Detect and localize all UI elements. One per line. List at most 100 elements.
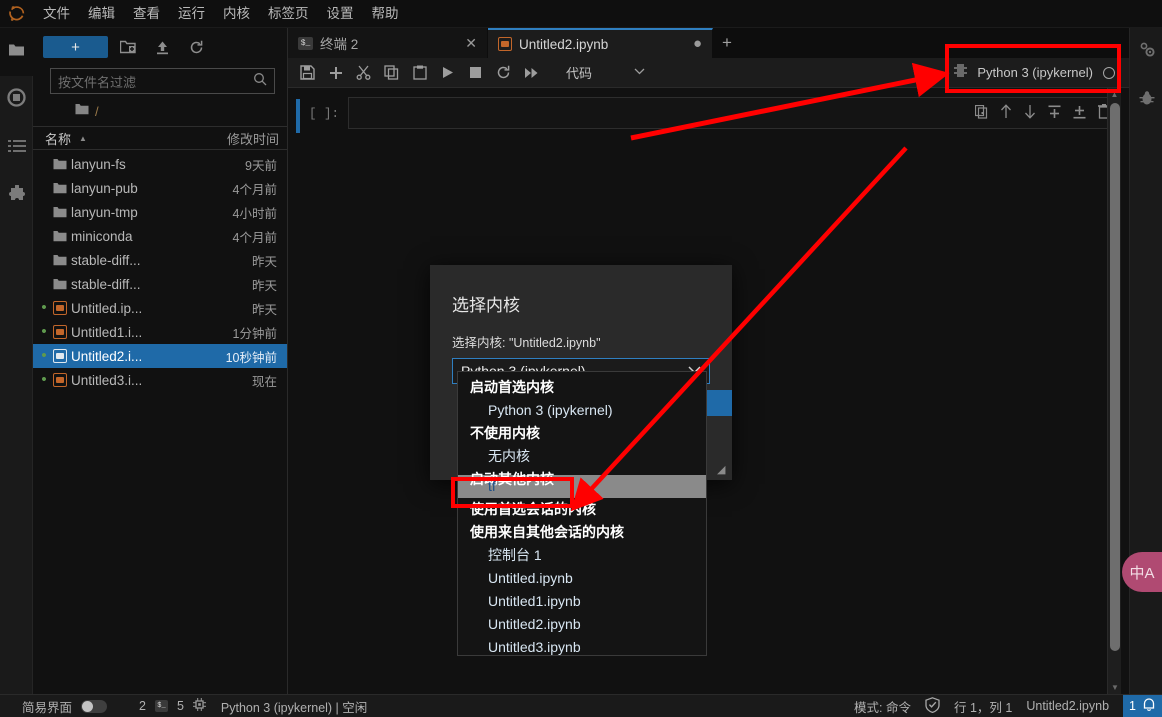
column-header-modified[interactable]: 修改时间 — [227, 129, 279, 148]
folder-icon — [49, 158, 71, 170]
file-filter-input[interactable]: 按文件名过滤 — [50, 68, 275, 94]
interrupt-icon[interactable] — [462, 60, 489, 86]
tab-terminal-2[interactable]: $_ 终端 2 ✕ — [288, 28, 488, 58]
dropdown-option-python3[interactable]: Python 3 (ipykernel) — [458, 399, 706, 422]
insert-cell-icon[interactable] — [322, 60, 349, 86]
scroll-down-icon[interactable]: ▼ — [1108, 681, 1122, 694]
close-icon[interactable]: ✕ — [465, 35, 477, 52]
simple-interface-toggle[interactable] — [81, 699, 108, 713]
duplicate-cell-icon[interactable] — [974, 104, 988, 124]
dropdown-group-label: 不使用内核 — [470, 425, 540, 441]
terminal-count[interactable]: 5 — [177, 699, 184, 713]
list-item[interactable]: stable-diff... 昨天 — [33, 272, 287, 296]
dropdown-option-untitled[interactable]: Untitled.ipynb — [458, 567, 706, 590]
dropdown-option-tf[interactable]: tf — [458, 475, 706, 498]
cell-input-editor[interactable] — [348, 97, 1117, 129]
new-launcher-button[interactable]: + — [43, 36, 108, 58]
refresh-icon[interactable] — [182, 35, 210, 59]
new-tab-button[interactable]: + — [713, 28, 741, 58]
kernel-count[interactable]: 2 — [139, 699, 146, 713]
run-icon[interactable] — [434, 60, 461, 86]
restart-kernel-icon[interactable] — [490, 60, 517, 86]
notification-center-button[interactable]: 1 — [1123, 694, 1162, 717]
puzzle-icon — [8, 183, 26, 208]
dropdown-option-untitled1[interactable]: Untitled1.ipynb — [458, 590, 706, 613]
cursor-position[interactable]: 行 1，列 1 — [954, 697, 1012, 716]
list-item[interactable]: • Untitled3.i... 现在 — [33, 368, 287, 392]
sidebar-item-extensions[interactable] — [0, 172, 33, 220]
menu-item-kernel[interactable]: 内核 — [214, 3, 259, 25]
dialog-resize-handle[interactable]: ◢ — [717, 465, 728, 476]
move-cell-up-icon[interactable] — [1000, 104, 1012, 124]
sidebar-item-debugger[interactable] — [1130, 76, 1162, 124]
list-item[interactable]: miniconda 4个月前 — [33, 224, 287, 248]
notebook-cell[interactable]: [ ]: — [288, 88, 1129, 133]
insert-cell-above-icon[interactable] — [1048, 105, 1061, 124]
dropdown-option-no-kernel[interactable]: 无内核 — [458, 445, 706, 468]
kernel-name-indicator[interactable]: Python 3 (ipykernel) — [977, 65, 1093, 80]
restart-and-run-all-icon[interactable] — [518, 60, 545, 86]
status-bar-left: 简易界面 2 $_ 5 Python 3 (ipykernel) | 空闲 — [0, 697, 367, 716]
cut-icon[interactable] — [350, 60, 377, 86]
kernel-status-icon[interactable] — [1103, 66, 1115, 79]
paste-icon[interactable] — [406, 60, 433, 86]
scrollbar-thumb[interactable] — [1110, 103, 1120, 651]
menu-item-settings[interactable]: 设置 — [318, 3, 363, 25]
list-item[interactable]: stable-diff... 昨天 — [33, 248, 287, 272]
current-filename: Untitled2.ipynb — [1026, 699, 1110, 713]
list-item[interactable]: lanyun-tmp 4小时前 — [33, 200, 287, 224]
list-item[interactable]: lanyun-pub 4个月前 — [33, 176, 287, 200]
notebook-icon — [49, 349, 71, 363]
insert-cell-below-icon[interactable] — [1073, 105, 1086, 124]
list-item[interactable]: • Untitled1.i... 1分钟前 — [33, 320, 287, 344]
scroll-up-icon[interactable]: ▲ — [1108, 88, 1121, 101]
menu-item-run[interactable]: 运行 — [169, 3, 214, 25]
dropdown-option-untitled2[interactable]: Untitled2.ipynb — [458, 613, 706, 636]
save-icon[interactable] — [294, 60, 321, 86]
cell-type-value: 代码 — [566, 66, 593, 81]
notebook-mode-label[interactable]: 模式: 命令 — [854, 697, 911, 716]
sort-ascending-icon: ▲ — [79, 133, 87, 143]
sidebar-item-toc[interactable] — [0, 124, 33, 172]
new-folder-icon[interactable] — [114, 35, 142, 59]
terminal-icon: $_ — [154, 700, 168, 712]
breadcrumb[interactable]: / — [33, 98, 287, 124]
menu-item-edit[interactable]: 编辑 — [79, 3, 124, 25]
sidebar-item-file-browser[interactable] — [0, 28, 33, 76]
jupyter-logo-icon — [0, 0, 34, 28]
translate-widget-button[interactable]: 中A — [1122, 552, 1162, 592]
breadcrumb-root[interactable]: / — [95, 104, 99, 119]
menu-item-view[interactable]: 查看 — [124, 3, 169, 25]
folder-icon — [49, 254, 71, 266]
tab-untitled2-notebook[interactable]: Untitled2.ipynb ● — [488, 28, 713, 58]
list-item[interactable]: • Untitled.ip... 昨天 — [33, 296, 287, 320]
bell-icon — [1142, 697, 1156, 715]
notebook-scrollbar[interactable]: ▲ ▼ — [1107, 88, 1121, 694]
notebook-icon — [498, 37, 512, 51]
kernel-dropdown-list: 启动首选内核 Python 3 (ipykernel) 不使用内核 无内核 启动… — [457, 371, 707, 656]
menu-item-help[interactable]: 帮助 — [363, 3, 408, 25]
sidebar-item-property-inspector[interactable] — [1130, 28, 1162, 76]
menu-item-tabs[interactable]: 标签页 — [259, 3, 318, 25]
menu-item-file[interactable]: 文件 — [34, 3, 79, 25]
file-filter-placeholder: 按文件名过滤 — [58, 74, 137, 90]
dropdown-option-untitled3[interactable]: Untitled3.ipynb — [458, 636, 706, 655]
list-item-selected[interactable]: • Untitled2.i... 10秒钟前 — [33, 344, 287, 368]
right-activity-bar — [1129, 28, 1162, 694]
simple-interface-label: 简易界面 — [22, 700, 73, 715]
file-browser-toolbar: + — [33, 28, 287, 66]
column-header-name[interactable]: 名称 ▲ — [45, 129, 227, 148]
notebook-icon — [49, 373, 71, 387]
file-browser-panel: + 按文件名过滤 / 名称 ▲ 修改时间 lanyun-fs 9天前 lanyu… — [33, 28, 288, 694]
move-cell-down-icon[interactable] — [1024, 104, 1036, 124]
kernel-status-text[interactable]: Python 3 (ipykernel) | 空闲 — [221, 697, 367, 716]
copy-icon[interactable] — [378, 60, 405, 86]
dropdown-option-console-1[interactable]: 控制台 1 — [458, 544, 706, 567]
cell-type-select[interactable]: 代码 — [560, 62, 651, 84]
list-item[interactable]: lanyun-fs 9天前 — [33, 152, 287, 176]
shield-check-icon[interactable] — [925, 696, 940, 716]
sidebar-item-running[interactable] — [0, 76, 33, 124]
file-list: lanyun-fs 9天前 lanyun-pub 4个月前 lanyun-tmp… — [33, 150, 287, 392]
folder-icon — [49, 206, 71, 218]
upload-icon[interactable] — [148, 35, 176, 59]
